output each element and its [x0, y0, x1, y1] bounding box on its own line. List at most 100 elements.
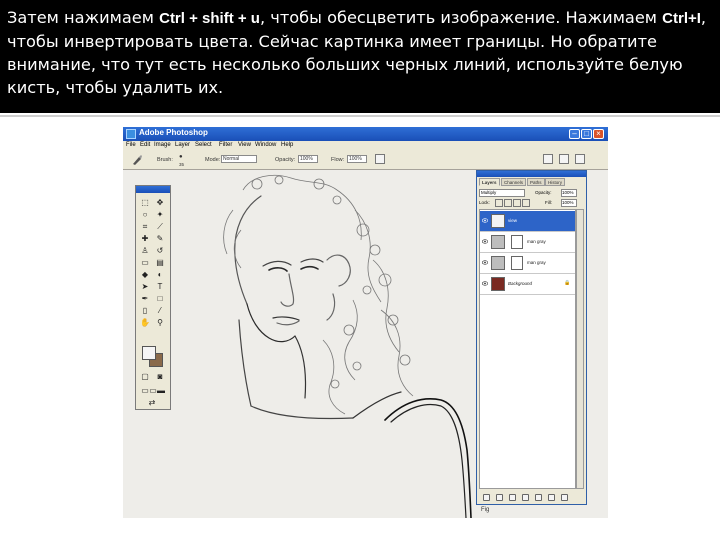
brushes-palette-icon[interactable] [575, 154, 585, 164]
layer-row[interactable]: Background 🔒 [480, 274, 575, 295]
layer-name: man gray [527, 260, 546, 265]
photoshop-screenshot: Adobe Photoshop – □ × File Edit Image La… [123, 127, 608, 518]
menu-file[interactable]: File [126, 142, 136, 148]
status-fragment: Fig [481, 507, 490, 513]
marquee-tool-icon[interactable]: ⬚ [140, 198, 150, 208]
menu-filter[interactable]: Filter [219, 142, 232, 148]
clone-stamp-tool-icon[interactable]: ♙ [140, 246, 150, 256]
path-selection-tool-icon[interactable]: ➤ [140, 282, 150, 292]
minimize-button[interactable]: – [569, 129, 580, 139]
palette-tabs: Layers Channels Paths History [479, 178, 584, 186]
menu-help[interactable]: Help [281, 142, 293, 148]
new-adjustment-layer-icon[interactable] [535, 494, 542, 501]
dodge-tool-icon[interactable]: ◐ [155, 270, 165, 280]
screen-mode-full-icon[interactable]: ▬ [156, 386, 166, 396]
eraser-tool-icon[interactable]: ▭ [140, 258, 150, 268]
layer-row[interactable]: man gray [480, 232, 575, 253]
lasso-tool-icon[interactable]: ○ [140, 210, 150, 220]
fill-label: Fill: [545, 200, 552, 205]
brush-preview-dot[interactable]: ● [179, 154, 183, 160]
menu-layer[interactable]: Layer [175, 142, 190, 148]
slide-instruction-text: Затем нажимаем Ctrl + shift + u, чтобы о… [7, 6, 715, 99]
menu-image[interactable]: Image [154, 142, 171, 148]
menu-view[interactable]: View [238, 142, 251, 148]
visibility-eye-icon[interactable] [482, 218, 488, 223]
layer-row[interactable]: man gray [480, 253, 575, 274]
pen-tool-icon[interactable]: ✒ [140, 294, 150, 304]
tab-paths[interactable]: Paths [527, 178, 545, 186]
visibility-eye-icon[interactable] [482, 281, 488, 286]
file-browser-icon[interactable] [543, 154, 553, 164]
slice-tool-icon[interactable]: ⟋ [155, 222, 165, 232]
close-button[interactable]: × [593, 129, 604, 139]
fill-field[interactable]: 100% [561, 199, 577, 207]
adjustment-layer-thumbnail [491, 256, 505, 270]
opacity-field[interactable]: 100% [298, 155, 318, 163]
lock-transparency-icon[interactable] [495, 199, 503, 207]
flow-label: Flow: [331, 157, 345, 163]
layer-mask-thumbnail [511, 256, 523, 270]
gradient-tool-icon[interactable]: ▤ [155, 258, 165, 268]
magic-wand-tool-icon[interactable]: ✦ [155, 210, 165, 220]
layer-name: man gray [527, 239, 546, 244]
visibility-eye-icon[interactable] [482, 239, 488, 244]
foreground-color-swatch[interactable] [142, 346, 156, 360]
healing-brush-tool-icon[interactable]: ✚ [140, 234, 150, 244]
instruction-part-2: , чтобы обесцветить изображение. Нажимае… [259, 8, 663, 27]
lock-all-icon[interactable] [522, 199, 530, 207]
menu-select[interactable]: Select [195, 142, 212, 148]
airbrush-icon[interactable] [375, 154, 385, 164]
layer-opacity-field[interactable]: 100% [561, 189, 577, 197]
shape-tool-icon[interactable]: □ [155, 294, 165, 304]
new-layer-icon[interactable] [548, 494, 555, 501]
layers-scrollbar[interactable] [576, 209, 584, 489]
tab-channels[interactable]: Channels [501, 178, 527, 186]
blur-tool-icon[interactable]: ◆ [140, 270, 150, 280]
crop-tool-icon[interactable]: ⌗ [140, 222, 150, 232]
menu-window[interactable]: Window [255, 142, 276, 148]
menu-edit[interactable]: Edit [140, 142, 150, 148]
notes-tool-icon[interactable]: ▯ [140, 306, 150, 316]
delete-layer-icon[interactable] [561, 494, 568, 501]
layer-name: view [508, 218, 518, 223]
tool-options-bar: Brush: ● 35 Mode: Normal Opacity: 100% F… [123, 151, 608, 170]
layer-mask-thumbnail [511, 235, 523, 249]
new-group-icon[interactable] [522, 494, 529, 501]
type-tool-icon[interactable]: T [155, 282, 165, 292]
move-tool-icon[interactable]: ✥ [155, 198, 165, 208]
title-bar: Adobe Photoshop – □ × [123, 127, 608, 141]
link-layers-icon[interactable] [483, 494, 490, 501]
adjustment-layer-thumbnail [491, 235, 505, 249]
eyedropper-tool-icon[interactable]: ⁄ [155, 306, 165, 316]
history-brush-tool-icon[interactable]: ↺ [155, 246, 165, 256]
zoom-tool-icon[interactable]: ⚲ [155, 318, 165, 328]
tab-history[interactable]: History [545, 178, 566, 186]
tools-palette-header [136, 186, 170, 193]
layer-row[interactable]: view [480, 211, 575, 232]
lock-image-icon[interactable] [504, 199, 512, 207]
brush-tool-icon[interactable] [131, 154, 143, 166]
mode-label: Mode: [205, 157, 221, 163]
blend-mode-select[interactable]: Multiply [479, 189, 525, 197]
add-mask-icon[interactable] [509, 494, 516, 501]
mode-select[interactable]: Normal [221, 155, 257, 163]
background-layer-thumbnail [491, 277, 505, 291]
jump-to-imageready-icon[interactable]: ⇄ [147, 398, 157, 408]
opacity-label: Opacity: [275, 157, 296, 163]
visibility-eye-icon[interactable] [482, 260, 488, 265]
quick-mask-mode-icon[interactable]: ◙ [155, 372, 165, 382]
window-title: Adobe Photoshop [139, 128, 208, 137]
lock-fill-row: Lock: Fill: 100% [479, 199, 584, 208]
lock-position-icon[interactable] [513, 199, 521, 207]
brush-label: Brush: [157, 157, 173, 163]
standard-mode-icon[interactable]: ▢ [140, 372, 150, 382]
maximize-button[interactable]: □ [581, 129, 592, 139]
tab-layers[interactable]: Layers [479, 178, 500, 186]
flow-field[interactable]: 100% [347, 155, 367, 163]
brush-tool-icon[interactable]: ✎ [155, 234, 165, 244]
hand-tool-icon[interactable]: ✋ [140, 318, 150, 328]
tools-palette: ⬚ ✥ ○ ✦ ⌗ ⟋ ✚ ✎ ♙ ↺ ▭ ▤ ◆ ◐ ➤ T ✒ □ ▯ ⁄ … [135, 185, 171, 410]
layers-bottom-bar [481, 493, 584, 503]
palette-well-icon[interactable] [559, 154, 569, 164]
layer-style-icon[interactable] [496, 494, 503, 501]
